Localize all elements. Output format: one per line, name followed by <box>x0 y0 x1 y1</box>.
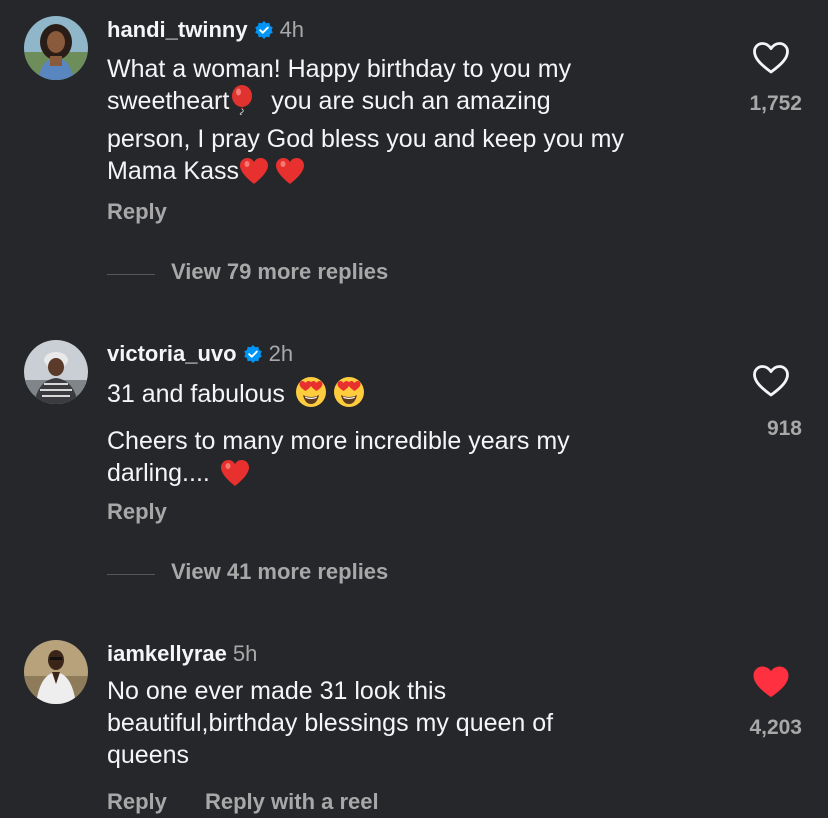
comment-text-line: queens <box>107 741 190 769</box>
like-count: 1,752 <box>749 92 802 115</box>
heart-eyes-emoji-icon <box>333 376 365 416</box>
comment-text: 31 and fabulous Cheers to many more incr… <box>107 376 717 495</box>
comment-text-line: 31 and fabulous <box>107 376 717 416</box>
comment-text-segment: you are such an amazing <box>271 87 551 115</box>
comment-text-line: Cheers to many more incredible years my <box>107 427 570 455</box>
comment-header: handi_twinny 4h <box>107 16 304 47</box>
timestamp: 2h <box>268 341 294 366</box>
timestamp: 5h <box>232 641 258 666</box>
comment-text-segment: 31 and fabulous <box>107 380 285 408</box>
comment-text: No one ever made 31 look this beautiful,… <box>107 675 717 771</box>
verified-badge-icon <box>254 19 274 47</box>
comment-text-line: sweetheart you are such an amazing <box>107 85 717 123</box>
avatar[interactable] <box>24 340 88 404</box>
comment-text-line: No one ever made 31 look this <box>107 677 447 705</box>
red-heart-emoji-icon <box>275 157 305 193</box>
comment-header: iamkellyrae 5h <box>107 640 257 668</box>
timestamp: 4h <box>279 17 305 42</box>
heart-filled-icon[interactable] <box>752 665 790 699</box>
red-heart-emoji-icon <box>239 157 269 193</box>
comment-text-segment: darling.... <box>107 459 210 487</box>
comment-text-line: person, I pray God bless you and keep yo… <box>107 125 624 153</box>
comment-text: What a woman! Happy birthday to you my s… <box>107 53 717 193</box>
comment-text-segment: sweetheart <box>107 87 230 115</box>
comment-text-line: beautiful,birthday blessings my queen of <box>107 709 554 737</box>
view-replies-label: View 41 more replies <box>171 559 389 584</box>
like-count: 918 <box>766 417 802 440</box>
comment-header: victoria_uvo 2h <box>107 340 293 371</box>
reply-button[interactable]: Reply <box>107 199 167 225</box>
heart-eyes-emoji-icon <box>295 376 327 416</box>
like-count: 4,203 <box>749 716 802 739</box>
avatar[interactable] <box>24 16 88 80</box>
avatar[interactable] <box>24 640 88 704</box>
heart-outline-icon[interactable] <box>752 41 790 75</box>
reply-button[interactable]: Reply <box>107 499 167 525</box>
heart-outline-icon[interactable] <box>752 364 790 398</box>
comment-text-line: What a woman! Happy birthday to you my <box>107 55 572 83</box>
verified-badge-icon <box>243 343 263 371</box>
red-heart-emoji-icon <box>220 459 250 495</box>
comment-text-line: Mama Kass <box>107 155 717 193</box>
reply-with-reel-button[interactable]: Reply with a reel <box>205 789 379 815</box>
username[interactable]: iamkellyrae <box>107 641 227 666</box>
divider <box>107 574 155 575</box>
balloon-emoji-icon <box>229 85 255 123</box>
comment-text-line: darling.... <box>107 457 717 495</box>
username[interactable]: handi_twinny <box>107 17 248 42</box>
comment-text-segment: Mama Kass <box>107 157 239 185</box>
divider <box>107 274 155 275</box>
view-replies-label: View 79 more replies <box>171 259 389 284</box>
reply-button[interactable]: Reply <box>107 789 167 815</box>
username[interactable]: victoria_uvo <box>107 341 237 366</box>
